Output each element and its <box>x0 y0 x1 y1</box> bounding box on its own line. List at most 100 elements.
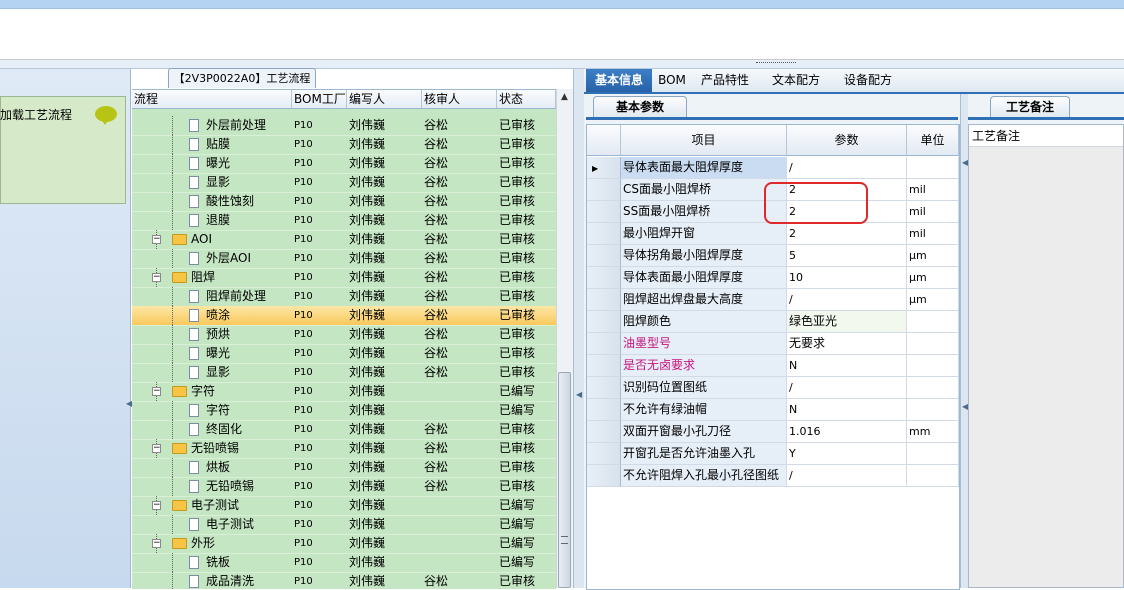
tree-node-cell[interactable]: 退膜 <box>132 211 292 230</box>
row-indicator[interactable] <box>587 311 621 333</box>
tree-row[interactable]: 终固化 P10 刘伟巍 谷松 已审核 <box>132 420 556 440</box>
tree-node-cell[interactable]: 烘板 <box>132 458 292 477</box>
param-value-cell[interactable]: / <box>787 289 907 311</box>
tree-node-cell[interactable]: 贴膜 <box>132 135 292 154</box>
tree-col-header[interactable]: 编写人 <box>347 90 422 108</box>
params-row[interactable]: ▶ 导体表面最大阻焊厚度 / <box>587 157 959 179</box>
params-row[interactable]: 导体表面最小阻焊厚度 10 μm <box>587 267 959 289</box>
tree-node-cell[interactable]: 曝光 <box>132 154 292 173</box>
scrollbar-thumb[interactable] <box>558 372 571 588</box>
row-indicator[interactable] <box>587 179 621 201</box>
tree-row[interactable]: 成品清洗 P10 刘伟巍 谷松 已审核 <box>132 572 556 589</box>
param-value-cell[interactable]: 2 <box>787 223 907 245</box>
row-indicator[interactable] <box>587 399 621 421</box>
notes-box[interactable] <box>968 124 1124 588</box>
param-value-cell[interactable]: 5 <box>787 245 907 267</box>
tree-row[interactable]: 酸性蚀刻 P10 刘伟巍 谷松 已审核 <box>132 192 556 212</box>
params-row[interactable]: 导体拐角最小阻焊厚度 5 μm <box>587 245 959 267</box>
tree-row[interactable]: 曝光 P10 刘伟巍 谷松 已审核 <box>132 154 556 174</box>
tree-node-cell[interactable]: 阻焊前处理 <box>132 287 292 306</box>
tree-node-cell[interactable]: 成品清洗 <box>132 572 292 589</box>
tree-node-cell[interactable]: 无铅喷锡 <box>132 477 292 496</box>
tree-row[interactable]: 电子测试 P10 刘伟巍 已编写 <box>132 515 556 535</box>
tree-node-cell[interactable]: − 外形 <box>132 534 292 553</box>
tab-4[interactable]: 设备配方 <box>834 69 902 92</box>
tab-3[interactable]: 文本配方 <box>762 69 830 92</box>
param-value-cell[interactable]: Y <box>787 443 907 465</box>
params-row[interactable]: 不允许阻焊入孔最小孔径图纸 / <box>587 465 959 487</box>
tree-row[interactable]: 烘板 P10 刘伟巍 谷松 已审核 <box>132 458 556 478</box>
tree-col-header[interactable]: 核审人 <box>422 90 497 108</box>
tree-row[interactable]: 退膜 P10 刘伟巍 谷松 已审核 <box>132 211 556 231</box>
params-row[interactable]: 不允许有绿油帽 N <box>587 399 959 421</box>
tree-row[interactable]: 显影 P10 刘伟巍 谷松 已审核 <box>132 173 556 193</box>
tree-row[interactable]: − 无铅喷锡 P10 刘伟巍 谷松 已审核 <box>132 439 556 459</box>
tree-node-cell[interactable]: − AOI <box>132 230 292 249</box>
top-list-row[interactable] <box>0 0 1124 9</box>
params-col-header[interactable]: 参数 <box>787 125 907 155</box>
splitter-grip-icon[interactable] <box>756 62 796 66</box>
basic-params-tab[interactable]: 基本参数 <box>593 96 687 118</box>
params-col-header[interactable]: 单位 <box>907 125 959 155</box>
tree-row[interactable]: 铣板 P10 刘伟巍 已编写 <box>132 553 556 573</box>
tree-col-header[interactable]: BOM工厂 <box>292 90 347 108</box>
param-value-cell[interactable]: N <box>787 355 907 377</box>
collapse-left-arrow-icon[interactable]: ◀ <box>126 399 132 409</box>
collapse-toggle-icon[interactable]: − <box>152 235 161 244</box>
param-value-cell[interactable]: / <box>787 465 907 487</box>
row-indicator[interactable] <box>587 421 621 443</box>
tree-node-cell[interactable]: 铣板 <box>132 553 292 572</box>
tree-row[interactable]: − 字符 P10 刘伟巍 已编写 <box>132 382 556 402</box>
param-value-cell[interactable]: N <box>787 399 907 421</box>
params-row[interactable]: 阻焊颜色 绿色亚光 <box>587 311 959 333</box>
tree-row[interactable]: 显影 P10 刘伟巍 谷松 已审核 <box>132 363 556 383</box>
tree-row[interactable]: 喷涂 P10 刘伟巍 谷松 已审核 <box>132 306 556 326</box>
tree-node-cell[interactable]: 外层AOI <box>132 249 292 268</box>
tree-node-cell[interactable]: 酸性蚀刻 <box>132 192 292 211</box>
tree-row[interactable]: − 阻焊 P10 刘伟巍 谷松 已审核 <box>132 268 556 288</box>
params-row[interactable]: 双面开窗最小孔刀径 1.016 mm <box>587 421 959 443</box>
tree-node-cell[interactable]: 喷涂 <box>132 306 292 325</box>
load-process-label[interactable]: 加载工艺流程 <box>0 106 90 123</box>
tree-node-cell[interactable]: 显影 <box>132 363 292 382</box>
row-indicator[interactable] <box>587 201 621 223</box>
params-row[interactable]: 是否无卤要求 N <box>587 355 959 377</box>
tree-node-cell[interactable]: − 字符 <box>132 382 292 401</box>
tree-node-cell[interactable]: 终固化 <box>132 420 292 439</box>
row-indicator[interactable] <box>587 443 621 465</box>
row-indicator[interactable] <box>587 333 621 355</box>
tree-node-cell[interactable]: 字符 <box>132 401 292 420</box>
process-flow-tab[interactable]: 【2V3P0022A0】工艺流程 <box>168 68 316 88</box>
row-indicator[interactable] <box>587 355 621 377</box>
collapse-toggle-icon[interactable]: − <box>152 539 161 548</box>
params-col-header[interactable]: 项目 <box>621 125 787 155</box>
tab-0[interactable]: 基本信息 <box>586 69 652 92</box>
tree-row[interactable]: 贴膜 P10 刘伟巍 谷松 已审核 <box>132 135 556 155</box>
tree-node-cell[interactable]: 电子测试 <box>132 515 292 534</box>
params-row[interactable]: 开窗孔是否允许油墨入孔 Y <box>587 443 959 465</box>
collapse-toggle-icon[interactable]: − <box>152 273 161 282</box>
param-value-cell[interactable]: 1.016 <box>787 421 907 443</box>
process-notes-tab[interactable]: 工艺备注 <box>990 96 1070 118</box>
tree-node-cell[interactable]: − 无铅喷锡 <box>132 439 292 458</box>
row-indicator[interactable] <box>587 289 621 311</box>
params-row[interactable]: 识别码位置图纸 / <box>587 377 959 399</box>
tree-row[interactable]: − 电子测试 P10 刘伟巍 已编写 <box>132 496 556 516</box>
tree-row[interactable]: 阻焊前处理 P10 刘伟巍 谷松 已审核 <box>132 287 556 307</box>
row-indicator[interactable]: ▶ <box>587 157 621 179</box>
tree-row[interactable]: − AOI P10 刘伟巍 谷松 已审核 <box>132 230 556 250</box>
params-row[interactable]: 阻焊超出焊盘最大高度 / μm <box>587 289 959 311</box>
tree-row[interactable]: 曝光 P10 刘伟巍 谷松 已审核 <box>132 344 556 364</box>
collapse-toggle-icon[interactable]: − <box>152 444 161 453</box>
row-indicator[interactable] <box>587 267 621 289</box>
tree-node-cell[interactable]: 外层前处理 <box>132 116 292 135</box>
row-indicator[interactable] <box>587 465 621 487</box>
row-indicator[interactable] <box>587 377 621 399</box>
params-row[interactable]: 最小阻焊开窗 2 mil <box>587 223 959 245</box>
tree-row[interactable]: 外层AOI P10 刘伟巍 谷松 已审核 <box>132 249 556 269</box>
tree-node-cell[interactable]: − 阻焊 <box>132 268 292 287</box>
collapse-toggle-icon[interactable]: − <box>152 387 161 396</box>
tree-node-cell[interactable]: 显影 <box>132 173 292 192</box>
tab-2[interactable]: 产品特性 <box>692 69 758 92</box>
tree-col-header[interactable]: 状态 <box>497 90 556 108</box>
